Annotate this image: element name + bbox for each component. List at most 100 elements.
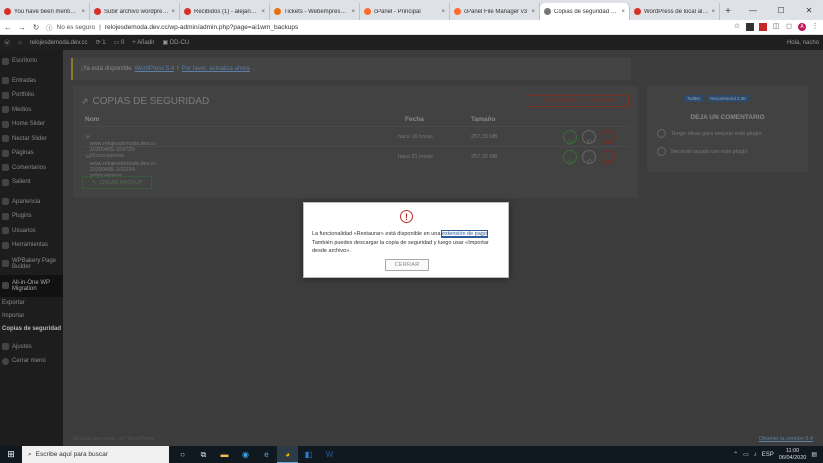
star-icon[interactable]: ☆: [733, 23, 741, 31]
profile-avatar[interactable]: A: [798, 23, 806, 31]
sidebar-subitem-export[interactable]: Exportar: [0, 297, 63, 310]
sidebar-subitem-backups[interactable]: Copias de seguridad: [0, 323, 63, 336]
word-icon[interactable]: W: [319, 446, 340, 463]
create-backup-button[interactable]: ✎ CREAR BACKUP: [82, 176, 152, 189]
browser-tab[interactable]: Tickets - Webempresa Eur ×: [270, 3, 360, 20]
sidebar-item-media[interactable]: Medios: [0, 103, 63, 118]
browser-tab[interactable]: Recibidos (1) - alejandrabu×: [180, 3, 270, 20]
reload-icon[interactable]: ↻: [32, 23, 40, 32]
extensions-bar: ☆ ◫ ◻ A ⋮: [733, 23, 819, 31]
close-tab-icon[interactable]: ×: [261, 9, 265, 15]
site-name-link[interactable]: relojesdemoda.dev.cc: [30, 40, 88, 46]
browser-tab[interactable]: cPanel - Principal ×: [360, 3, 450, 20]
recommend-button[interactable]: Recommend 2.3K: [707, 95, 750, 102]
download-button[interactable]: ◎: [563, 150, 577, 166]
sidebar-item-salient[interactable]: Salient: [0, 175, 63, 190]
task-view-icon[interactable]: ⧉: [193, 446, 214, 463]
language-indicator[interactable]: ESP: [762, 452, 774, 458]
sidebar-item-home-slider[interactable]: Home Slider: [0, 117, 63, 132]
forward-icon[interactable]: →: [18, 23, 26, 32]
sidebar-item-dashboard[interactable]: Escritorio: [0, 54, 63, 69]
close-tab-icon[interactable]: ×: [171, 9, 175, 15]
wordpress-version-link[interactable]: WordPress 5.4: [135, 66, 175, 72]
wordpress-logo-icon[interactable]: ⓦ: [4, 38, 10, 47]
notifications-icon[interactable]: ▤: [811, 451, 817, 458]
comments-link[interactable]: ▭ 0: [114, 39, 125, 46]
info-icon[interactable]: ⓘ: [46, 22, 53, 32]
restore-button[interactable]: ⟲: [582, 130, 596, 146]
sidebar-item-comments[interactable]: Comentarios: [0, 161, 63, 176]
menu-icon[interactable]: ⋮: [811, 23, 819, 31]
close-modal-button[interactable]: CERRAR: [385, 259, 429, 271]
browser-tab[interactable]: WordPress de local al Host×: [630, 3, 720, 20]
sidebar-item-tools[interactable]: Herramientas: [0, 238, 63, 253]
edge-icon[interactable]: ◉: [235, 446, 256, 463]
restore-button[interactable]: ⟲: [582, 150, 596, 166]
sidebar-item-nectar-slider[interactable]: Nectar Slider: [0, 132, 63, 147]
url-field[interactable]: ⓘ No es seguro | relojesdemoda.dev.cc/wp…: [46, 22, 727, 33]
sidebar-item-users[interactable]: Usuarios: [0, 224, 63, 239]
address-bar: ← → ↻ ⓘ No es seguro | relojesdemoda.dev…: [0, 20, 823, 35]
browser-tab[interactable]: cPanel File Manager v3 ×: [450, 3, 540, 20]
close-tab-icon[interactable]: ×: [441, 9, 445, 15]
maximize-button[interactable]: ☐: [767, 6, 795, 15]
feedback-option[interactable]: Necesito ayuda con este plugin: [657, 147, 747, 156]
update-now-link[interactable]: Por favor, actualiza ahora: [182, 66, 250, 72]
delete-button[interactable]: ✕: [601, 130, 615, 146]
ie-icon[interactable]: e: [256, 446, 277, 463]
new-content-link[interactable]: + Añadir: [132, 40, 154, 46]
cortana-icon[interactable]: ○: [172, 446, 193, 463]
windows-start-icon[interactable]: ⊞: [0, 449, 22, 460]
chevron-up-icon[interactable]: ⌃: [733, 451, 738, 458]
feedback-option[interactable]: Tengo ideas para mejorar este plugin: [657, 129, 762, 138]
close-tab-icon[interactable]: ×: [81, 9, 85, 15]
network-icon[interactable]: ▭: [743, 451, 749, 458]
chrome-icon[interactable]: ◕: [277, 446, 298, 463]
clock[interactable]: 11:00 06/04/2020: [779, 448, 807, 462]
close-icon: ✕: [605, 139, 611, 146]
close-tab-icon[interactable]: ×: [531, 9, 535, 15]
paid-extension-link[interactable]: extensión de pago: [440, 230, 488, 238]
extension-icon[interactable]: [746, 23, 754, 31]
sidebar-item-portfolio[interactable]: Portfolio: [0, 88, 63, 103]
close-window-button[interactable]: ✕: [795, 6, 823, 15]
sidebar-item-pages[interactable]: Páginas: [0, 146, 63, 161]
browser-tab[interactable]: You have been mentioned ×: [0, 3, 90, 20]
close-tab-icon[interactable]: ×: [351, 9, 355, 15]
windows-taskbar: ⊞ ⌕ Escribe aquí para buscar ○ ⧉ ▬ ◉ e ◕…: [0, 446, 823, 463]
wp-footer: Gracias por crear con WordPress. Obtener…: [73, 436, 813, 442]
download-button[interactable]: ◎: [563, 130, 577, 146]
sidebar-item-appearance[interactable]: Apariencia: [0, 195, 63, 210]
minimize-button[interactable]: —: [739, 6, 767, 15]
sidebar-collapse-menu[interactable]: Cerrar menú: [0, 354, 63, 369]
back-icon[interactable]: ←: [4, 23, 12, 32]
cpanel-icon: [364, 8, 371, 15]
extension-icon[interactable]: ◫: [772, 23, 780, 31]
updates-link[interactable]: ⟳ 1: [96, 39, 106, 46]
browser-tab[interactable]: Subir archivo wordpress – N×: [90, 3, 180, 20]
account-link[interactable]: Hola, nacho: [787, 40, 819, 46]
sidebar-item-ai1wm[interactable]: All-in-One WP Migration: [0, 274, 63, 297]
url-text[interactable]: relojesdemoda.dev.cc/wp-admin/admin.php?…: [105, 24, 298, 31]
browser-tab-active[interactable]: Copias de seguridad ‹ — W×: [540, 3, 630, 20]
close-tab-icon[interactable]: ×: [621, 9, 625, 15]
delete-button[interactable]: ✕: [601, 150, 615, 166]
sidebar-item-plugins[interactable]: Plugins: [0, 209, 63, 224]
report-problem-button[interactable]: ⓘ INFORMA DE UN PROBLEMA: [525, 95, 629, 107]
extension-icon[interactable]: [759, 23, 767, 31]
sidebar-item-wpbakery[interactable]: WPBakery Page Builder: [0, 253, 63, 275]
get-version-link[interactable]: Obtener la versión 5.4: [759, 436, 813, 442]
twitter-button[interactable]: Twitter: [684, 95, 704, 102]
outlook-icon[interactable]: ◧: [298, 446, 319, 463]
sidebar-item-settings[interactable]: Ajustes: [0, 340, 63, 355]
new-tab-button[interactable]: +: [720, 3, 736, 20]
taskbar-search[interactable]: ⌕ Escribe aquí para buscar: [22, 446, 169, 463]
sidebar-item-posts[interactable]: Entradas: [0, 74, 63, 89]
file-explorer-icon[interactable]: ▬: [214, 446, 235, 463]
volume-icon[interactable]: ♪: [754, 452, 757, 458]
close-tab-icon[interactable]: ×: [711, 9, 715, 15]
extension-icon[interactable]: ◻: [785, 23, 793, 31]
sidebar-subitem-import[interactable]: Importar: [0, 310, 63, 323]
backups-panel: ⇗ COPIAS DE SEGURIDAD ⓘ INFORMA DE UN PR…: [73, 86, 638, 198]
plugin-link[interactable]: ▣ DD-CU: [162, 39, 189, 46]
